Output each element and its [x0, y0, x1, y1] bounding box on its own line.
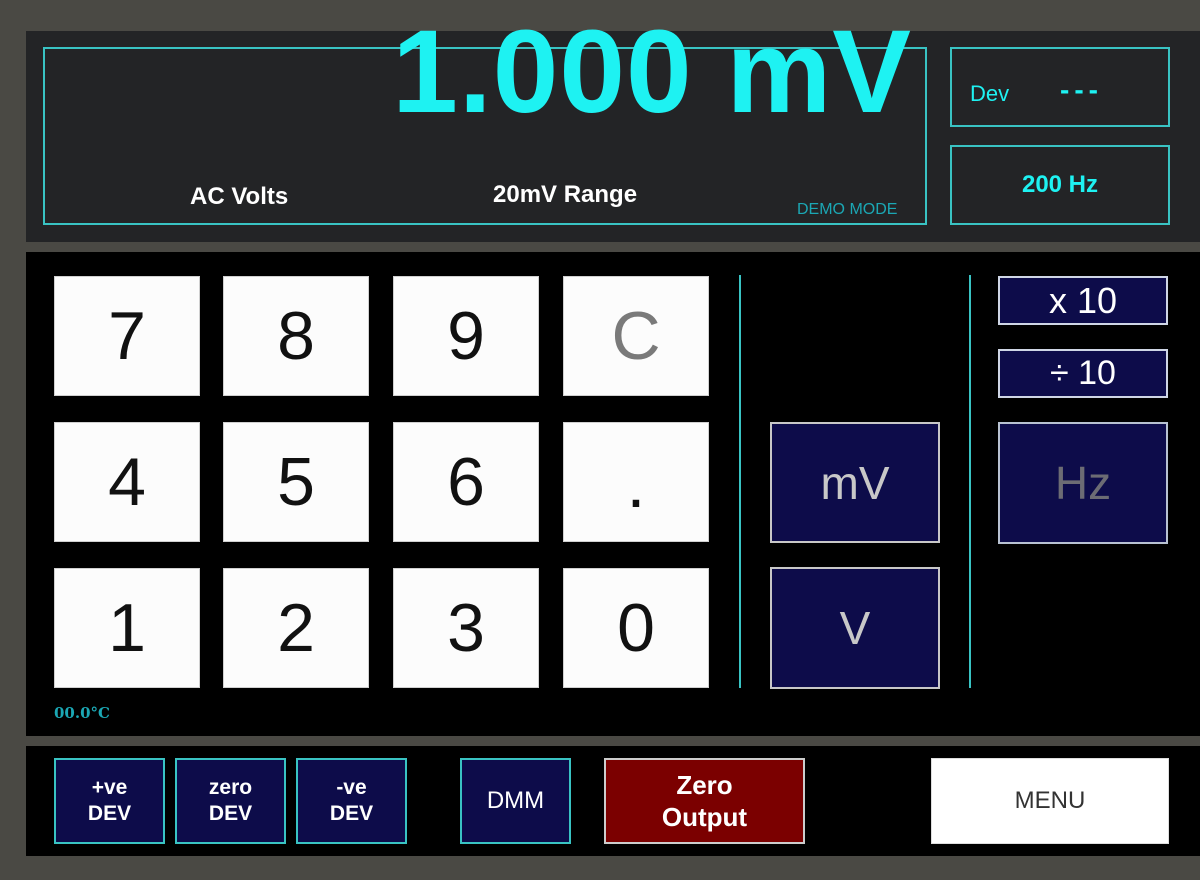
button-label-line1: +ve — [91, 776, 128, 799]
negative-deviation-button[interactable]: -ve DEV — [296, 758, 407, 844]
positive-deviation-button[interactable]: +ve DEV — [54, 758, 165, 844]
button-label-line1: zero — [208, 776, 253, 799]
millivolt-button[interactable]: mV — [770, 422, 940, 543]
deviation-label: Dev — [970, 81, 1010, 106]
divide-10-button[interactable]: ÷ 10 — [998, 349, 1168, 398]
volt-button[interactable]: V — [770, 567, 940, 689]
demo-mode-label: DEMO MODE — [797, 201, 898, 218]
key-4[interactable]: 4 — [54, 422, 200, 542]
menu-button[interactable]: MENU — [931, 758, 1169, 844]
key-5[interactable]: 5 — [223, 422, 369, 542]
button-label-line2: DEV — [87, 802, 132, 825]
multiply-10-button[interactable]: x 10 — [998, 276, 1168, 325]
key-8[interactable]: 8 — [223, 276, 369, 396]
button-label-line2: Output — [661, 802, 748, 832]
key-3[interactable]: 3 — [393, 568, 539, 688]
button-label-line1: -ve — [336, 776, 367, 799]
frequency-value: 200 Hz — [1021, 171, 1099, 198]
dmm-button[interactable]: DMM — [460, 758, 571, 844]
key-7[interactable]: 7 — [54, 276, 200, 396]
zero-output-button[interactable]: Zero Output — [604, 758, 805, 844]
key-1[interactable]: 1 — [54, 568, 200, 688]
key-2[interactable]: 2 — [223, 568, 369, 688]
divider — [739, 275, 741, 688]
key-6[interactable]: 6 — [393, 422, 539, 542]
button-label-line2: DEV — [208, 802, 253, 825]
button-label-line1: Zero — [676, 770, 733, 800]
deviation-value: --- — [1060, 74, 1103, 105]
button-label: DMM — [486, 787, 545, 814]
divider — [969, 275, 971, 688]
key-9[interactable]: 9 — [393, 276, 539, 396]
function-label: AC Volts — [190, 183, 289, 210]
zero-deviation-button[interactable]: zero DEV — [175, 758, 286, 844]
temperature-readout: 00.0°C — [54, 704, 110, 722]
key-0[interactable]: 0 — [563, 568, 709, 688]
decimal-point-key[interactable]: . — [563, 422, 709, 542]
clear-key[interactable]: C — [563, 276, 709, 396]
hertz-button[interactable]: Hz — [998, 422, 1168, 544]
reading-value: 1.000 mV — [392, 6, 912, 138]
button-label-line2: DEV — [329, 802, 374, 825]
range-label: 20mV Range — [493, 181, 638, 208]
